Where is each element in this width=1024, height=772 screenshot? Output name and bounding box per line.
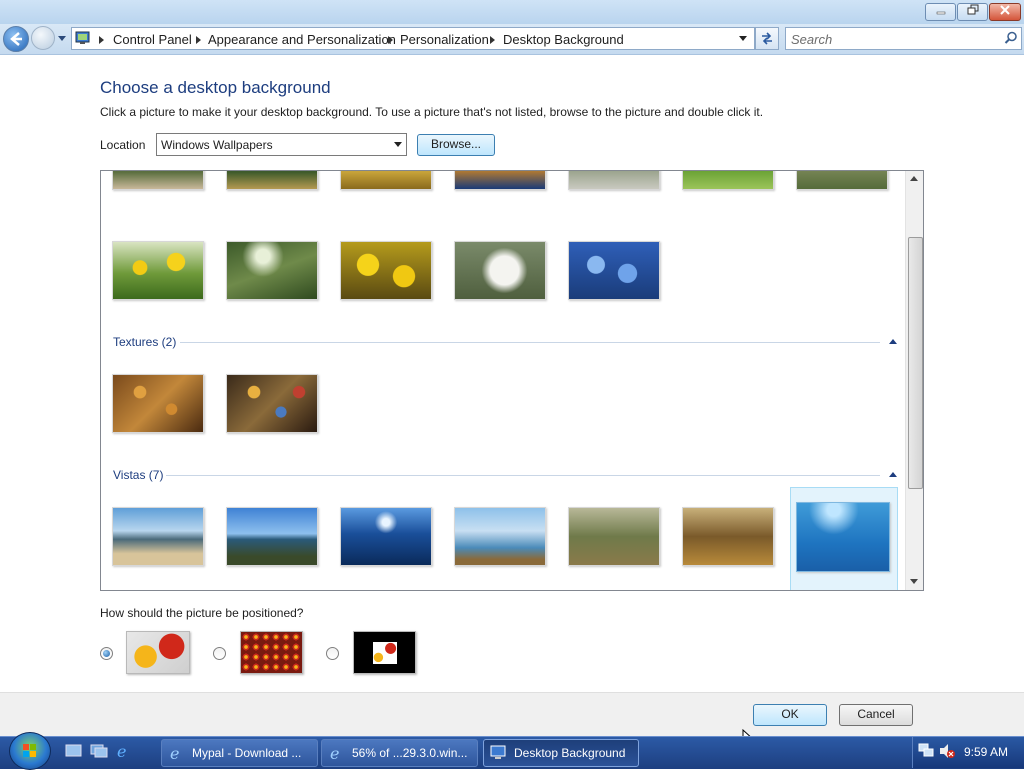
position-radio-tile[interactable] — [213, 647, 226, 660]
monitor-icon — [490, 745, 506, 759]
show-desktop-icon[interactable] — [65, 743, 83, 759]
collapse-group-icon[interactable] — [889, 339, 897, 344]
group-divider — [166, 475, 880, 476]
recent-pages-dropdown[interactable] — [58, 36, 66, 41]
position-question: How should the picture be positioned? — [100, 606, 304, 620]
position-radio-center[interactable] — [326, 647, 339, 660]
search-input[interactable]: Search — [785, 27, 1022, 50]
scroll-up-icon[interactable] — [910, 176, 918, 181]
address-dropdown-icon[interactable] — [739, 36, 747, 41]
breadcrumb-control-panel[interactable]: Control Panel — [113, 32, 192, 47]
ie-icon: e — [170, 744, 179, 761]
location-select[interactable]: Windows Wallpapers — [156, 133, 407, 156]
location-value: Windows Wallpapers — [161, 138, 273, 152]
minimize-icon — [936, 11, 945, 15]
location-label: Location — [100, 138, 146, 152]
svg-text:e: e — [330, 744, 339, 761]
wallpaper-thumbnail[interactable] — [454, 171, 546, 190]
control-panel-icon — [75, 31, 90, 44]
restore-icon — [967, 4, 978, 15]
wallpaper-thumbnail[interactable] — [568, 171, 660, 190]
scroll-down-icon[interactable] — [910, 579, 918, 584]
clock[interactable]: 9:59 AM — [964, 745, 1008, 759]
wallpaper-thumbnail[interactable] — [454, 241, 546, 300]
wallpaper-thumbnail[interactable] — [340, 241, 432, 300]
breadcrumb-separator[interactable] — [196, 36, 201, 44]
title-bar — [0, 0, 1024, 24]
svg-text:e: e — [170, 744, 179, 761]
wallpaper-thumbnail[interactable] — [226, 241, 318, 300]
scrollbar-thumb[interactable] — [908, 237, 923, 489]
wallpaper-thumbnail[interactable] — [340, 171, 432, 190]
group-header-textures[interactable]: Textures (2) — [113, 335, 176, 349]
ie-icon[interactable]: e — [114, 742, 132, 760]
breadcrumb-separator[interactable] — [490, 36, 495, 44]
breadcrumb-personalization[interactable]: Personalization — [400, 32, 489, 47]
gallery-scrollbar[interactable] — [905, 171, 923, 590]
collapse-group-icon[interactable] — [889, 472, 897, 477]
taskbar-item-label: 56% of ...29.3.0.win... — [352, 746, 468, 760]
windows-logo-icon — [23, 744, 36, 757]
svg-text:e: e — [117, 742, 126, 760]
breadcrumb-separator[interactable] — [99, 36, 104, 44]
wallpaper-thumbnail[interactable] — [796, 171, 888, 190]
wallpaper-thumbnail-selected[interactable] — [796, 502, 890, 572]
refresh-button[interactable] — [755, 27, 779, 50]
taskbar-item[interactable]: e Mypal - Download ... — [161, 739, 318, 767]
wallpaper-thumbnail[interactable] — [226, 171, 318, 190]
wallpaper-thumbnail[interactable] — [454, 507, 546, 566]
wallpaper-thumbnail[interactable] — [112, 171, 204, 190]
wallpaper-thumbnail[interactable] — [112, 374, 204, 433]
wallpaper-thumbnail[interactable] — [226, 374, 318, 433]
page-title: Choose a desktop background — [100, 78, 331, 97]
close-button[interactable] — [989, 3, 1021, 21]
network-icon[interactable] — [917, 742, 935, 760]
refresh-icon — [762, 32, 772, 45]
wallpaper-gallery[interactable]: Textures (2) Vistas (7) — [100, 170, 924, 591]
start-button[interactable] — [9, 732, 51, 770]
page-description: Click a picture to make it your desktop … — [100, 105, 764, 119]
wallpaper-thumbnail[interactable] — [568, 507, 660, 566]
wallpaper-thumbnail[interactable] — [568, 241, 660, 300]
cancel-button[interactable]: Cancel — [839, 704, 913, 726]
volume-muted-icon[interactable] — [938, 742, 956, 760]
ok-button[interactable]: OK — [753, 704, 827, 726]
breadcrumb-appearance[interactable]: Appearance and Personalization — [208, 32, 396, 47]
wallpaper-thumbnail[interactable] — [682, 171, 774, 190]
forward-button[interactable] — [31, 26, 55, 50]
breadcrumb-desktop-background[interactable]: Desktop Background — [503, 32, 624, 47]
chevron-down-icon[interactable] — [394, 142, 402, 147]
taskbar-item-label: Mypal - Download ... — [192, 746, 302, 760]
breadcrumb-separator[interactable] — [388, 36, 393, 44]
back-button[interactable] — [3, 26, 29, 52]
switch-windows-icon[interactable] — [90, 743, 108, 759]
group-header-vistas[interactable]: Vistas (7) — [113, 468, 163, 482]
position-fit-preview[interactable] — [126, 631, 190, 674]
position-tile-preview[interactable] — [240, 631, 303, 674]
wallpaper-thumbnail[interactable] — [112, 241, 204, 300]
browse-button[interactable]: Browse... — [417, 134, 495, 156]
wallpaper-thumbnail[interactable] — [340, 507, 432, 566]
position-center-preview[interactable] — [353, 631, 416, 674]
search-placeholder: Search — [791, 32, 833, 47]
search-icon[interactable] — [1004, 31, 1018, 45]
taskbar-item[interactable]: e 56% of ...29.3.0.win... — [321, 739, 478, 767]
back-arrow-icon — [10, 32, 22, 46]
minimize-button[interactable] — [925, 3, 956, 21]
wallpaper-thumbnail[interactable] — [226, 507, 318, 566]
position-radio-fit[interactable] — [100, 647, 113, 660]
taskbar-item-active[interactable]: Desktop Background — [483, 739, 639, 767]
ie-icon: e — [330, 744, 339, 761]
close-icon — [1000, 5, 1010, 15]
restore-button[interactable] — [957, 3, 988, 21]
address-bar[interactable]: Control Panel Appearance and Personaliza… — [71, 27, 755, 50]
wallpaper-thumbnail[interactable] — [112, 507, 204, 566]
group-divider — [180, 342, 880, 343]
taskbar-item-label: Desktop Background — [514, 746, 626, 760]
wallpaper-thumbnail[interactable] — [682, 507, 774, 566]
